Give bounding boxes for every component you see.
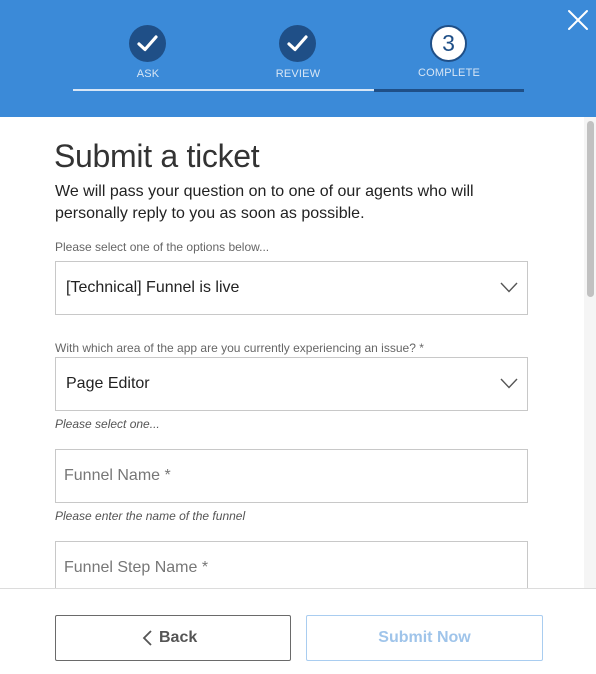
step-ask-label: ASK: [136, 68, 160, 80]
chevron-down-icon: [500, 378, 518, 389]
step-ask: ASK: [73, 0, 223, 93]
area-select-value: Page Editor: [66, 375, 150, 392]
page-title: Submit a ticket: [54, 138, 260, 174]
step-complete: 3 COMPLETE: [374, 0, 524, 93]
wizard-steps: ASK REVIEW 3 COMPLETE: [73, 0, 524, 93]
funnel-step-name-input[interactable]: [55, 541, 528, 588]
area-select-label: With which area of the app are you curre…: [55, 341, 424, 355]
ticket-form: Submit a ticket We will pass your questi…: [0, 117, 584, 588]
close-button[interactable]: [566, 8, 590, 32]
option-select-value: [Technical] Funnel is live: [66, 279, 240, 296]
step-review-label: REVIEW: [275, 68, 321, 80]
content-scrollbar[interactable]: [584, 117, 596, 588]
form-footer: Back Submit Now: [0, 588, 596, 674]
step-review-check-icon: [279, 25, 316, 62]
area-select[interactable]: Page Editor: [55, 357, 528, 411]
close-icon: [568, 10, 588, 30]
wizard-header: ASK REVIEW 3 COMPLETE: [0, 0, 596, 117]
funnel-name-help: Please enter the name of the funnel: [55, 509, 246, 523]
area-select-help: Please select one...: [55, 417, 160, 431]
chevron-down-icon: [500, 282, 518, 293]
intro-text: We will pass your question on to one of …: [55, 183, 474, 222]
back-button[interactable]: Back: [55, 615, 291, 661]
step-ask-check-icon: [129, 25, 166, 62]
submit-now-button[interactable]: Submit Now: [306, 615, 543, 661]
scrollbar-thumb[interactable]: [587, 121, 594, 297]
step-review: REVIEW: [223, 0, 373, 93]
option-select-label: Please select one of the options below..…: [55, 240, 270, 254]
back-button-label: Back: [159, 629, 198, 646]
chevron-left-icon: [142, 630, 152, 646]
funnel-name-input[interactable]: [55, 449, 528, 503]
step-complete-number: 3: [430, 25, 467, 62]
option-select[interactable]: [Technical] Funnel is live: [55, 261, 528, 315]
wizard-progress-active: [374, 89, 524, 92]
step-complete-label: COMPLETE: [417, 67, 481, 79]
